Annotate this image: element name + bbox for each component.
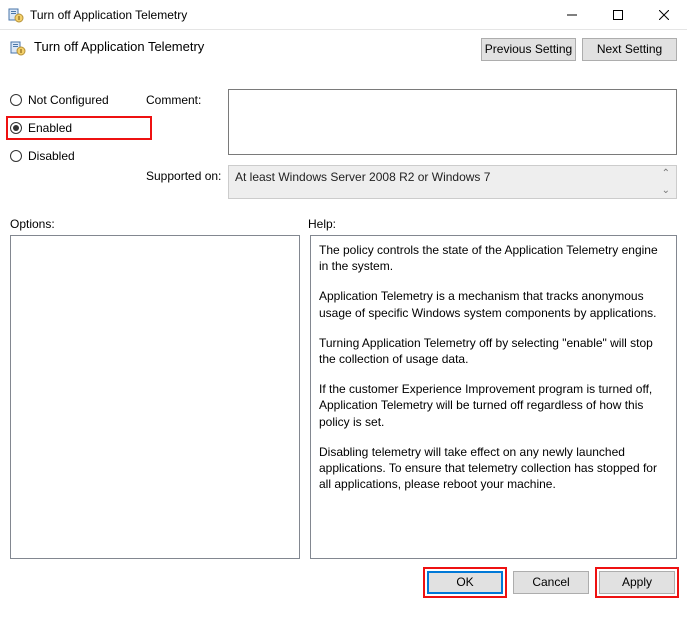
radio-icon xyxy=(10,94,22,106)
comment-label: Comment: xyxy=(146,89,228,155)
window-title: Turn off Application Telemetry xyxy=(30,8,549,22)
minimize-icon xyxy=(567,10,577,20)
panes: The policy controls the state of the App… xyxy=(0,235,687,559)
ok-highlight: OK xyxy=(423,567,507,598)
radio-label: Disabled xyxy=(28,149,75,163)
radio-not-configured[interactable]: Not Configured xyxy=(10,93,146,107)
help-paragraph: Turning Application Telemetry off by sel… xyxy=(319,335,668,367)
close-icon xyxy=(659,10,669,20)
radio-icon xyxy=(10,150,22,162)
options-label: Options: xyxy=(10,217,308,231)
window-buttons xyxy=(549,0,687,29)
radio-enabled[interactable]: Enabled xyxy=(10,121,72,135)
enabled-highlight: Enabled xyxy=(6,116,152,140)
radio-icon xyxy=(10,122,22,134)
pane-labels: Options: Help: xyxy=(0,211,687,235)
policy-icon xyxy=(10,40,26,56)
options-pane[interactable] xyxy=(10,235,300,559)
header: Turn off Application Telemetry Previous … xyxy=(0,30,687,87)
minimize-button[interactable] xyxy=(549,0,595,29)
cancel-button[interactable]: Cancel xyxy=(513,571,589,594)
close-button[interactable] xyxy=(641,0,687,29)
apply-button[interactable]: Apply xyxy=(599,571,675,594)
help-paragraph: Disabling telemetry will take effect on … xyxy=(319,444,668,493)
next-setting-button[interactable]: Next Setting xyxy=(582,38,677,61)
supported-on-label: Supported on: xyxy=(146,165,228,199)
maximize-icon xyxy=(613,10,623,20)
help-paragraph: Application Telemetry is a mechanism tha… xyxy=(319,288,668,320)
ok-button[interactable]: OK xyxy=(427,571,503,594)
comment-input[interactable] xyxy=(228,89,677,155)
supported-on-value: At least Windows Server 2008 R2 or Windo… xyxy=(228,165,677,199)
config-row: Not Configured Enabled Disabled Comment:… xyxy=(0,89,687,199)
help-paragraph: If the customer Experience Improvement p… xyxy=(319,381,668,430)
footer: OK Cancel Apply xyxy=(0,559,687,594)
maximize-button[interactable] xyxy=(595,0,641,29)
help-pane[interactable]: The policy controls the state of the App… xyxy=(310,235,677,559)
policy-icon xyxy=(8,7,24,23)
previous-setting-button[interactable]: Previous Setting xyxy=(481,38,576,61)
page-title: Turn off Application Telemetry xyxy=(34,38,475,54)
title-bar: Turn off Application Telemetry xyxy=(0,0,687,30)
radio-label: Enabled xyxy=(28,121,72,135)
supported-on-text: At least Windows Server 2008 R2 or Windo… xyxy=(235,170,490,184)
radio-label: Not Configured xyxy=(28,93,109,107)
state-radiogroup: Not Configured Enabled Disabled xyxy=(10,89,146,199)
scroll-down-icon: ⌄ xyxy=(662,185,670,196)
apply-highlight: Apply xyxy=(595,567,679,598)
help-paragraph: The policy controls the state of the App… xyxy=(319,242,668,274)
help-label: Help: xyxy=(308,217,677,231)
scroll-up-icon: ⌃ xyxy=(662,168,670,179)
radio-disabled[interactable]: Disabled xyxy=(10,149,146,163)
